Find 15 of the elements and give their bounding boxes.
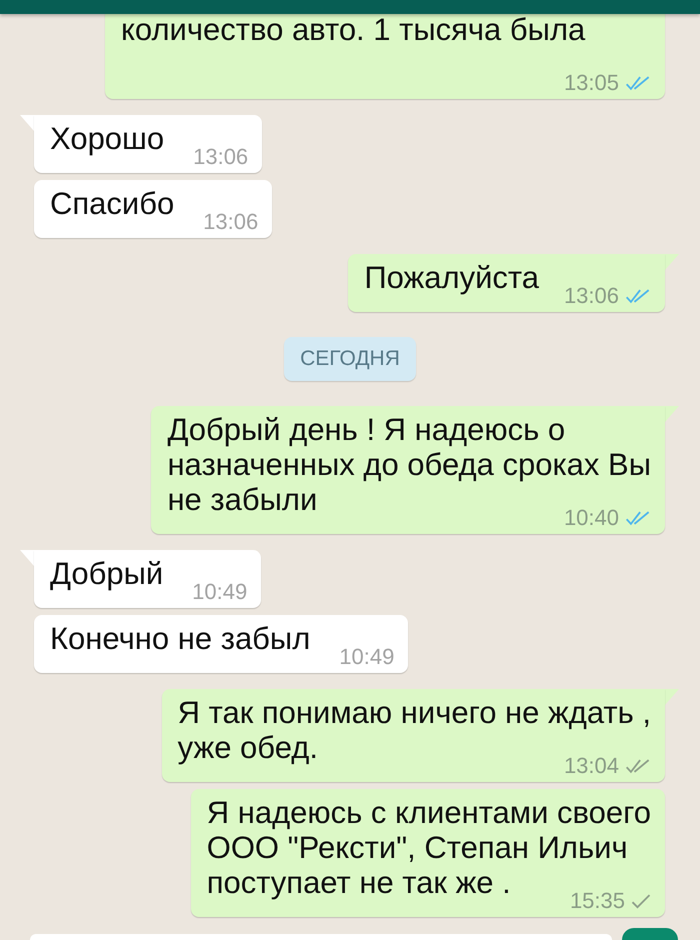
message-text: Хорошо [50, 121, 164, 156]
message-time: 10:49 [192, 580, 248, 604]
message-time: 13:06 [203, 210, 258, 234]
message-time: 10:49 [339, 645, 394, 669]
message-time: 13:06 [564, 284, 619, 308]
date-chip: СЕГОДНЯ [284, 337, 416, 381]
message-time: 13:05 [564, 71, 619, 95]
message-input-field[interactable] [30, 934, 612, 940]
message-text: Спасибо [50, 186, 174, 221]
message-text: количество авто. 1 тысяча была [121, 12, 586, 47]
message-text: Добрый [50, 556, 164, 591]
circle-button[interactable] [622, 928, 678, 940]
message-text: Пожалуйста [364, 260, 539, 295]
message-time: 13:06 [193, 145, 248, 169]
message-text: Конечно не забыл [50, 621, 310, 656]
